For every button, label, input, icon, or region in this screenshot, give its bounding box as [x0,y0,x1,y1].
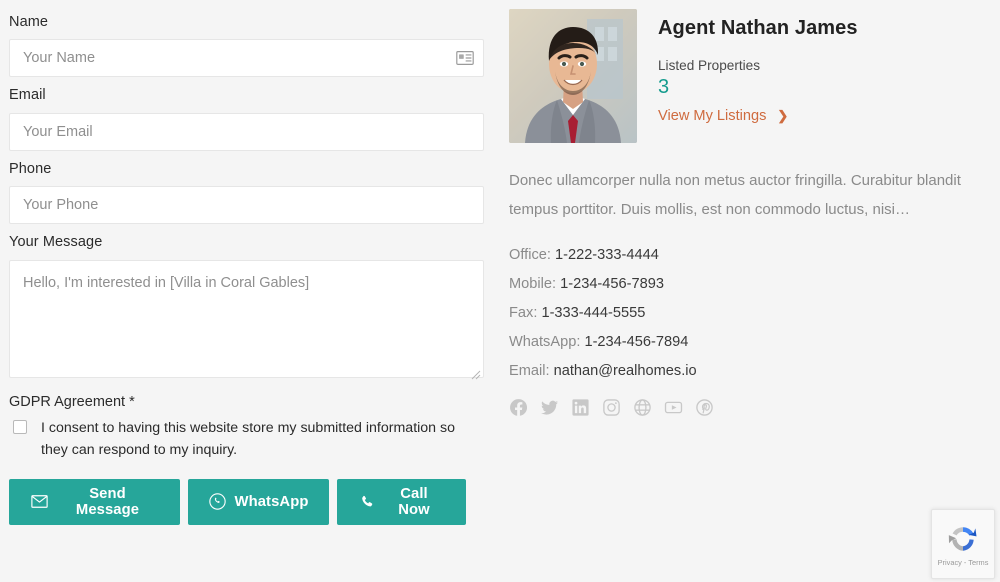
field-email: Email [9,87,484,151]
contact-office: Office: 1-222-333-4444 [509,241,986,270]
contact-office-value[interactable]: 1-222-333-4444 [555,247,659,263]
agent-contact-list: Office: 1-222-333-4444 Mobile: 1-234-456… [509,241,986,387]
gdpr-checkbox[interactable] [13,419,27,434]
contact-email: Email: nathan@realhomes.io [509,357,986,386]
chevron-right-icon: ❯ [777,108,789,123]
whatsapp-label: WhatsApp [234,493,309,510]
phone-input[interactable] [9,186,484,225]
field-label-email: Email [9,87,46,104]
website-globe-icon[interactable] [633,398,652,417]
twitter-icon[interactable] [540,398,559,417]
call-now-button[interactable]: Call Now [337,478,466,525]
contact-mobile: Mobile: 1-234-456-7893 [509,270,986,299]
send-message-label: Send Message [75,485,140,518]
contact-fax: Fax: 1-333-444-5555 [509,299,986,328]
instagram-icon[interactable] [602,398,621,417]
view-my-listings-link[interactable]: View My Listings ❯ [658,108,788,124]
field-message: Your Message [9,234,484,382]
contact-fax-label: Fax: [509,304,538,321]
email-input-wrap [9,112,484,151]
pinterest-icon[interactable] [695,398,714,417]
message-textarea-wrap [9,259,484,383]
contact-fax-value: 1-333-444-5555 [541,304,646,321]
agent-description: Donec ullamcorper nulla non metus auctor… [509,172,961,219]
recaptcha-privacy-terms[interactable]: Privacy - Terms [938,558,989,567]
field-label-phone: Phone [9,160,52,177]
whatsapp-button[interactable]: WhatsApp [188,478,329,525]
contact-whatsapp: WhatsApp: 1-234-456-7894 [509,328,986,357]
message-textarea[interactable] [9,259,484,378]
contact-email-label: Email: [509,363,550,380]
field-label-name: Name [9,14,49,30]
agent-avatar [509,9,637,143]
phone-icon [359,494,375,510]
name-input-wrap [9,39,484,78]
send-message-button[interactable]: Send Message [9,478,180,525]
field-label-message: Your Message [9,234,103,251]
listed-properties-label: Listed Properties [658,58,761,73]
facebook-icon[interactable] [509,398,528,417]
agent-header: Agent Nathan James Listed Properties 3 V… [509,9,986,143]
form-actions: Send Message WhatsApp Call Now [9,478,484,525]
contact-mobile-label: Mobile: [509,275,557,292]
field-phone: Phone [9,160,484,225]
recaptcha-icon [948,526,977,551]
contact-office-label: Office: [509,246,551,263]
phone-input-wrap [9,186,484,225]
youtube-icon[interactable] [664,398,683,417]
agent-meta: Agent Nathan James Listed Properties 3 V… [658,9,858,143]
whatsapp-icon [208,493,226,510]
name-input[interactable] [9,39,484,78]
contact-mobile-value[interactable]: 1-234-456-7893 [560,276,664,292]
call-now-label: Call Now [398,485,430,518]
listed-properties-count: 3 [658,76,670,98]
contact-agent-page: Name Email [0,0,1000,582]
contact-whatsapp-value[interactable]: 1-234-456-7894 [584,334,688,350]
linkedin-icon[interactable] [571,398,590,417]
gdpr-row: I consent to having this website store m… [9,417,484,461]
recaptcha-badge[interactable]: Privacy - Terms [931,509,995,579]
gdpr-title: GDPR Agreement * [9,393,135,410]
agent-name: Agent Nathan James [658,17,858,39]
contact-form: Name Email [0,0,500,582]
agent-social-links [509,398,986,417]
gdpr-consent-text: I consent to having this website store m… [41,419,456,458]
envelope-icon [31,495,48,508]
agent-card: Agent Nathan James Listed Properties 3 V… [500,0,1000,582]
contact-email-value[interactable]: nathan@realhomes.io [554,363,697,379]
view-my-listings-label: View My Listings [658,108,767,124]
field-name: Name [9,14,484,78]
email-input[interactable] [9,112,484,151]
contact-whatsapp-label: WhatsApp: [509,334,581,351]
